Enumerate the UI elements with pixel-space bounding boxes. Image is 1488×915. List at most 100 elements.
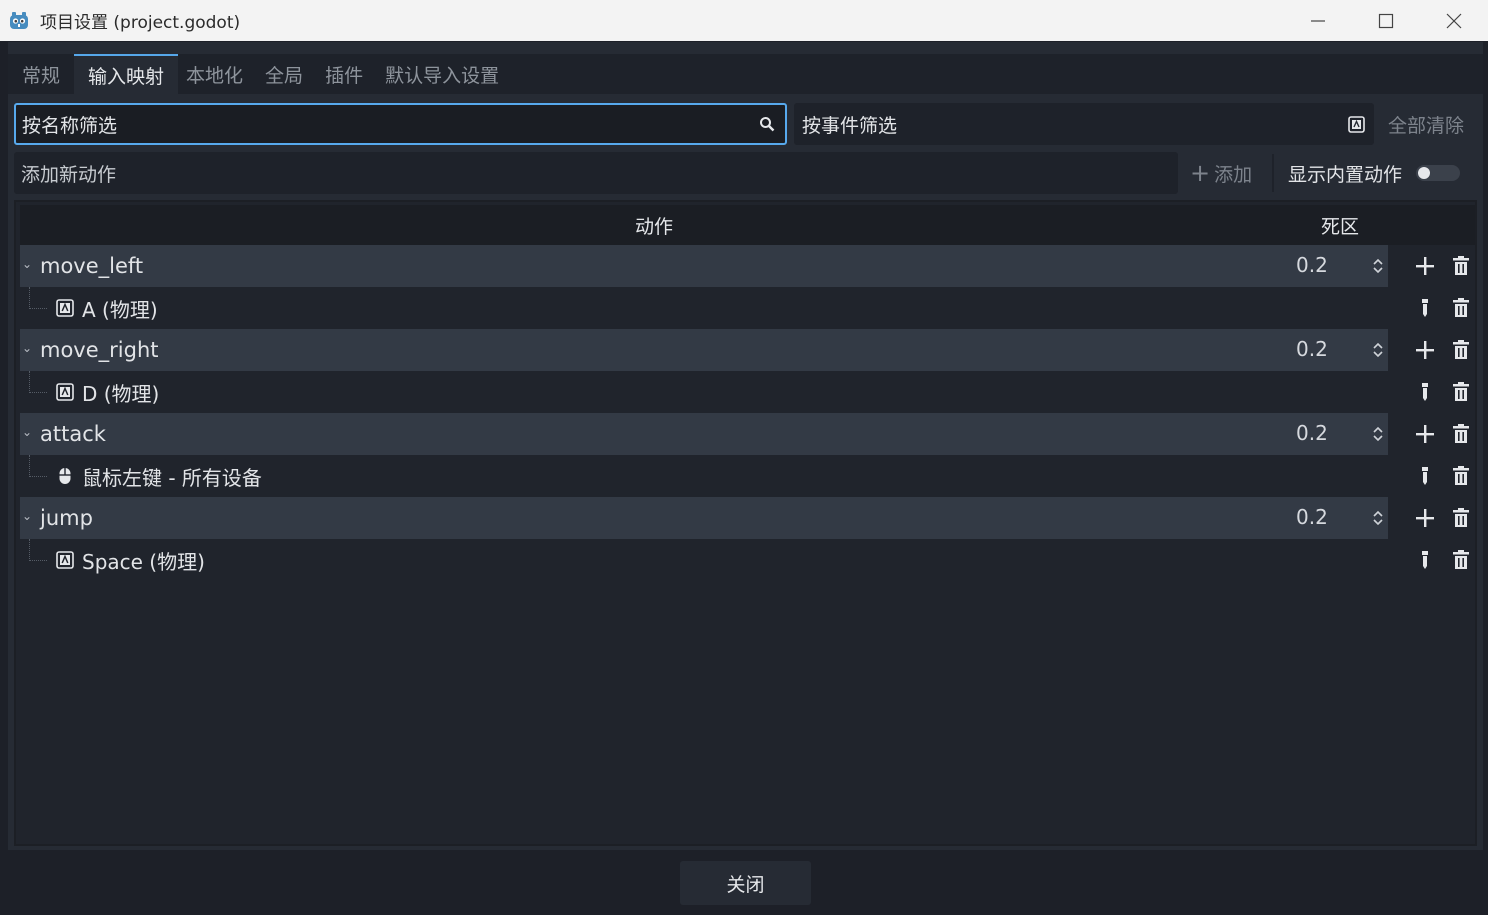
godot-logo-icon [10, 11, 28, 29]
new-action-placeholder: 添加新动作 [21, 163, 117, 186]
trash-icon [1451, 382, 1471, 407]
tab-bar: 常规 输入映射 本地化 全局 插件 默认导入设置 [14, 54, 513, 94]
event-label: A (物理) [82, 297, 158, 322]
add-event-button[interactable] [1414, 507, 1436, 529]
chevron-down-icon[interactable]: ⌄ [22, 509, 34, 525]
maximize-button[interactable] [1352, 0, 1420, 41]
remove-action-button[interactable] [1451, 507, 1471, 529]
title-bar: 项目设置 (project.godot) [0, 0, 1488, 41]
event-label: D (物理) [82, 381, 160, 406]
trash-icon [1451, 298, 1471, 323]
action-tree: 动作 死区 ⌄ move_left 0.2 A (物理) ⌄ move_right 0.2 D… [14, 200, 1477, 846]
event-row[interactable]: D (物理) [20, 371, 1475, 413]
add-event-button[interactable] [1414, 255, 1436, 277]
spinner-arrows-icon[interactable] [1372, 510, 1384, 526]
show-builtin-label: 显示内置动作 [1288, 163, 1403, 186]
deadzone-value[interactable]: 0.2 [1296, 413, 1328, 453]
event-label: 鼠标左键 - 所有设备 [82, 465, 262, 490]
remove-event-button[interactable] [1451, 549, 1471, 571]
filter-by-name-input[interactable]: 按名称筛选 [14, 103, 787, 145]
deadzone-value[interactable]: 0.2 [1296, 245, 1328, 285]
deadzone-value[interactable]: 0.2 [1296, 497, 1328, 537]
action-row[interactable]: ⌄ move_right 0.2 [20, 329, 1475, 371]
close-icon [1446, 13, 1462, 28]
edit-icon [1419, 551, 1431, 574]
remove-action-button[interactable] [1451, 423, 1471, 445]
action-name[interactable]: jump [40, 497, 93, 539]
close-window-button[interactable] [1420, 0, 1488, 41]
event-label: Space (物理) [82, 549, 205, 574]
chevron-down-icon[interactable]: ⌄ [22, 257, 34, 273]
chevron-down-icon[interactable]: ⌄ [22, 425, 34, 441]
remove-event-button[interactable] [1451, 381, 1471, 403]
tab-globals[interactable]: 全局 [257, 54, 317, 94]
clear-all-button[interactable]: 全部清除 [1388, 111, 1464, 138]
trash-icon [1451, 466, 1471, 491]
filter-by-name-placeholder: 按名称筛选 [22, 114, 118, 137]
trash-icon [1451, 256, 1471, 281]
action-row[interactable]: ⌄ move_left 0.2 [20, 245, 1475, 287]
tab-general[interactable]: 常规 [14, 54, 74, 94]
trash-icon [1451, 550, 1471, 575]
action-name[interactable]: move_right [40, 329, 159, 371]
add-action-button[interactable]: + 添加 [1190, 152, 1252, 194]
column-deadzone: 死区 [1320, 215, 1359, 238]
filter-by-event-placeholder: 按事件筛选 [802, 114, 898, 137]
new-action-input[interactable]: 添加新动作 [14, 152, 1178, 194]
plus-icon [1414, 257, 1436, 281]
column-action: 动作 [634, 215, 673, 238]
event-row[interactable]: Space (物理) [20, 539, 1475, 581]
mouse-icon [56, 467, 74, 485]
window-title: 项目设置 (project.godot) [40, 13, 241, 33]
action-row[interactable]: ⌄ attack 0.2 [20, 413, 1475, 455]
tree-header: 动作 死区 [20, 205, 1475, 245]
plus-icon [1414, 341, 1436, 365]
search-icon [757, 114, 777, 134]
maximize-icon [1378, 13, 1394, 28]
show-builtin-toggle[interactable] [1416, 165, 1461, 181]
trash-icon [1451, 424, 1471, 449]
keyboard-icon [56, 299, 74, 317]
edit-icon [1419, 299, 1431, 322]
close-button[interactable]: 关闭 [680, 861, 811, 905]
edit-event-button[interactable] [1419, 550, 1431, 570]
minimize-icon [1311, 19, 1325, 22]
chevron-down-icon[interactable]: ⌄ [22, 341, 34, 357]
remove-action-button[interactable] [1451, 339, 1471, 361]
action-name[interactable]: attack [40, 413, 106, 455]
event-row[interactable]: A (物理) [20, 287, 1475, 329]
tab-import-defaults[interactable]: 默认导入设置 [377, 54, 513, 94]
add-action-label: 添加 [1214, 163, 1253, 186]
plus-icon [1414, 425, 1436, 449]
action-row[interactable]: ⌄ jump 0.2 [20, 497, 1475, 539]
tab-plugins[interactable]: 插件 [317, 54, 377, 94]
add-event-button[interactable] [1414, 423, 1436, 445]
minimize-button[interactable] [1284, 0, 1352, 41]
edit-event-button[interactable] [1419, 298, 1431, 318]
spinner-arrows-icon[interactable] [1372, 342, 1384, 358]
keyboard-icon [56, 383, 74, 401]
plus-icon [1414, 509, 1436, 533]
tab-input-map[interactable]: 输入映射 [74, 54, 179, 94]
edit-event-button[interactable] [1419, 382, 1431, 402]
edit-icon [1419, 383, 1431, 406]
spinner-arrows-icon[interactable] [1372, 258, 1384, 274]
edit-event-button[interactable] [1419, 466, 1431, 486]
spinner-arrows-icon[interactable] [1372, 426, 1384, 442]
project-settings-panel: 常规 输入映射 本地化 全局 插件 默认导入设置 按名称筛选 按事件筛选 全部清… [8, 42, 1483, 850]
remove-event-button[interactable] [1451, 297, 1471, 319]
keyboard-icon [56, 551, 74, 569]
deadzone-value[interactable]: 0.2 [1296, 329, 1328, 369]
remove-action-button[interactable] [1451, 255, 1471, 277]
show-builtin-actions[interactable]: 显示内置动作 [1288, 152, 1461, 194]
trash-icon [1451, 508, 1471, 533]
filter-by-event-input[interactable]: 按事件筛选 [794, 103, 1374, 145]
keyboard-icon[interactable] [1346, 114, 1366, 134]
tab-localization[interactable]: 本地化 [178, 54, 257, 94]
action-name[interactable]: move_left [40, 245, 143, 287]
add-event-button[interactable] [1414, 339, 1436, 361]
event-row[interactable]: 鼠标左键 - 所有设备 [20, 455, 1475, 497]
plus-icon: + [1190, 159, 1211, 187]
remove-event-button[interactable] [1451, 465, 1471, 487]
edit-icon [1419, 467, 1431, 490]
